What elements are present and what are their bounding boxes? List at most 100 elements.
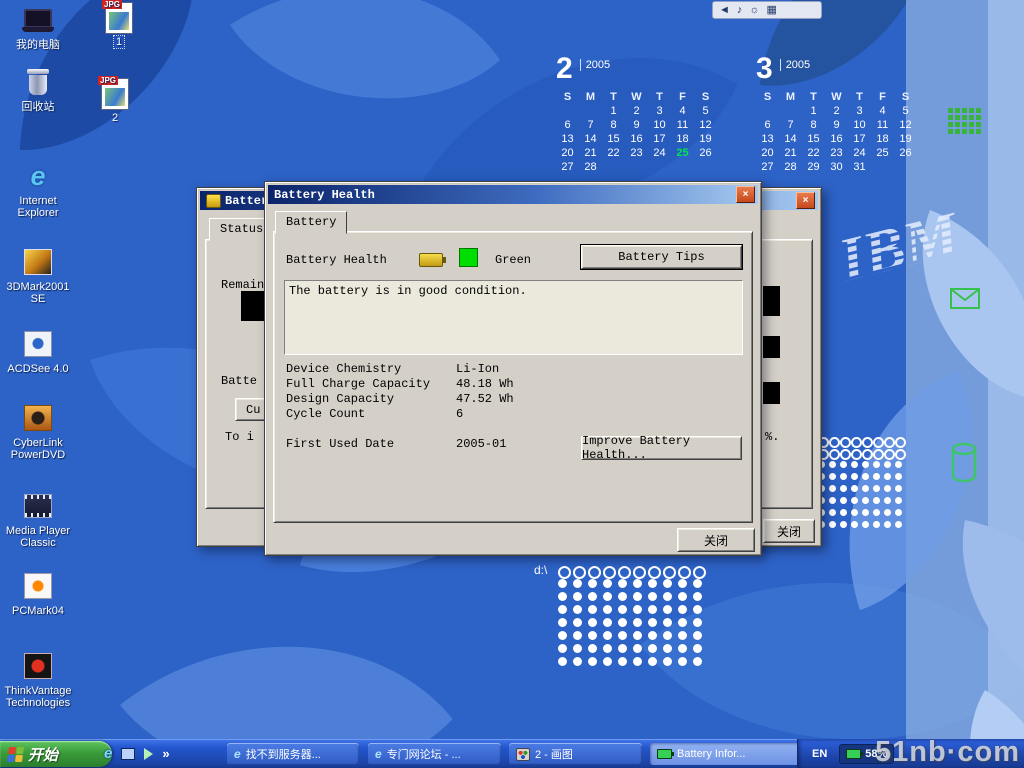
note-icon[interactable]: ♪	[737, 3, 743, 17]
calendar-march: 3 2005 SMTWTFS12345678910111213141516171…	[756, 54, 917, 173]
desktop-icon-powerdvd[interactable]: CyberLink PowerDVD	[0, 402, 76, 461]
icon-label: 我的电脑	[0, 39, 76, 51]
calendar-cell: 22	[602, 147, 625, 159]
taskbar-button-battery-information[interactable]: Battery Infor...	[650, 743, 804, 765]
calendar-cell: 5	[894, 105, 917, 117]
calendar-cell: 28	[779, 161, 802, 173]
calendar-cell: 7	[579, 119, 602, 131]
improve-battery-health-button[interactable]: Improve Battery Health...	[581, 436, 742, 460]
wallpaper-dot	[618, 644, 627, 653]
wallpaper-dot	[648, 631, 657, 640]
close-button[interactable]: 关闭	[677, 528, 755, 552]
calendar-cell: 14	[779, 133, 802, 145]
field-value: 47.52 Wh	[456, 392, 514, 406]
wallpaper-dot	[693, 566, 706, 579]
field-value: 6	[456, 407, 463, 421]
wallpaper-dot	[862, 521, 869, 528]
wallpaper-dot	[648, 657, 657, 666]
ie-quicklaunch-icon[interactable]: e	[104, 745, 112, 762]
battery-icon	[657, 749, 672, 759]
desktop-icon-3dmark2001[interactable]: 3DMark2001 SE	[0, 246, 76, 305]
jpg-thumbnail	[109, 12, 129, 30]
desktop-icon-my-computer[interactable]: 我的电脑	[0, 4, 76, 51]
desktop-file-1[interactable]: JPG 1	[92, 2, 146, 48]
close-button[interactable]: 关闭	[763, 519, 815, 543]
calendar-cell: W	[825, 91, 848, 103]
wallpaper-dot	[693, 618, 702, 627]
task-label: 2 - 画图	[535, 746, 573, 762]
calendar-cell: 27	[756, 161, 779, 173]
task-label: Battery Infor...	[677, 748, 745, 760]
grid-icon[interactable]: ▦	[766, 3, 776, 17]
field-label: Cycle Count	[286, 407, 365, 421]
taskbar-button-paint[interactable]: 2 - 画图	[509, 743, 642, 765]
ie-icon: e	[234, 747, 241, 761]
calendar-cell: M	[579, 91, 602, 103]
internet-explorer-icon: e	[21, 160, 55, 192]
wallpaper-dot	[663, 657, 672, 666]
file-label: 2	[112, 112, 118, 124]
show-desktop-icon[interactable]	[121, 748, 135, 760]
icon-label: CyberLink PowerDVD	[0, 437, 76, 461]
calendar-cell: 9	[625, 119, 648, 131]
watermark-51nb: 51nb·com	[875, 736, 1020, 768]
wallpaper-dot	[895, 509, 902, 516]
wallpaper-dot	[603, 579, 612, 588]
wallpaper-dot	[678, 631, 687, 640]
wallpaper-dot	[840, 521, 847, 528]
wallpaper-dot	[873, 461, 880, 468]
calendar-cell: 17	[848, 133, 871, 145]
calendar-cell: 1	[602, 105, 625, 117]
battery-icon	[419, 253, 443, 267]
wallpaper-dot	[663, 566, 676, 579]
task-label: 专门网论坛 - ...	[387, 746, 461, 762]
brightness-icon[interactable]: ☼	[749, 3, 759, 17]
wallpaper-dot	[678, 657, 687, 666]
wallpaper-dot	[851, 509, 858, 516]
desktop-icon-recycle-bin[interactable]: 回收站	[0, 66, 76, 113]
tab-battery[interactable]: Battery	[275, 211, 347, 234]
desktop-icon-internet-explorer[interactable]: e Internet Explorer	[0, 160, 76, 219]
wallpaper-dot	[588, 605, 597, 614]
wallpaper-dot	[851, 473, 858, 480]
desktop-icon-thinkvantage[interactable]: ThinkVantage Technologies	[0, 650, 76, 709]
close-icon[interactable]: ×	[796, 192, 815, 209]
desktop-file-2[interactable]: JPG 2	[88, 78, 142, 124]
wallpaper-dot	[840, 461, 847, 468]
media-player-icon[interactable]	[144, 748, 153, 760]
wallpaper-dot	[663, 605, 672, 614]
desktop-icon-pcmark04[interactable]: PCMark04	[0, 570, 76, 617]
field-label: Design Capacity	[286, 392, 394, 406]
wallpaper-dot	[678, 579, 687, 588]
taskbar-button-server-not-found[interactable]: e 找不到服务器...	[227, 743, 359, 765]
taskbar-button-forum[interactable]: e 专门网论坛 - ...	[368, 743, 501, 765]
wallpaper-dot	[862, 461, 869, 468]
wallpaper-dot	[895, 437, 906, 448]
wallpaper-dot	[588, 644, 597, 653]
file-label: 1	[114, 36, 124, 48]
wallpaper-dot	[603, 618, 612, 627]
close-icon[interactable]: ×	[736, 186, 755, 203]
calendar-month-number: 3	[756, 54, 773, 84]
language-indicator[interactable]: EN	[812, 748, 827, 760]
speaker-icon[interactable]: ◄	[719, 3, 730, 17]
wallpaper-dot	[895, 485, 902, 492]
drive-label: d:\	[534, 563, 547, 577]
calendar-cell: 19	[894, 133, 917, 145]
start-button[interactable]: 开始	[0, 741, 112, 767]
calendar-cell: 10	[648, 119, 671, 131]
desktop-icon-media-player-classic[interactable]: Media Player Classic	[0, 490, 76, 549]
calendar-cell: 16	[825, 133, 848, 145]
wallpaper-dot	[633, 631, 642, 640]
battery-tips-button[interactable]: Battery Tips	[581, 245, 742, 269]
quicklaunch-overflow-chevron[interactable]: »	[162, 746, 169, 761]
taskbar: 开始 e » e 找不到服务器... e 专门网论坛 - ... 2 - 画图 …	[0, 739, 1024, 768]
desktop-icon-acdsee[interactable]: ACDSee 4.0	[0, 328, 76, 375]
calendar-cell: 26	[694, 147, 717, 159]
dialog-titlebar[interactable]: Battery Health ×	[268, 185, 758, 204]
wallpaper-dot	[851, 485, 858, 492]
battery-health-dialog: Battery Health × Battery Battery Health …	[264, 181, 762, 556]
wallpaper-dot	[573, 592, 582, 601]
wallpaper-dot	[873, 485, 880, 492]
calendar-cell: F	[871, 91, 894, 103]
